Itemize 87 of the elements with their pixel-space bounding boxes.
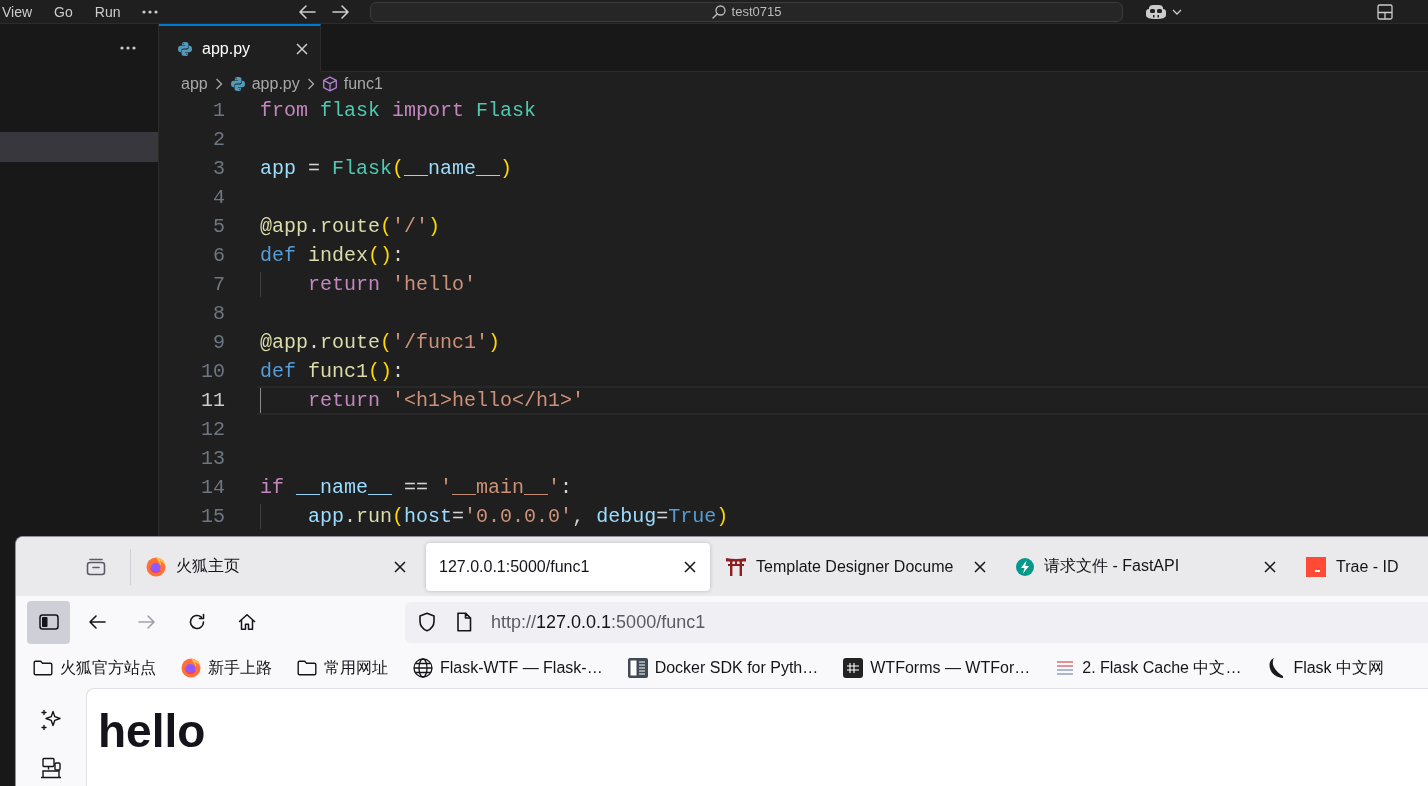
bookmark-item[interactable]: Flask-WTF — Flask-… [413,658,603,678]
hash-tile-icon [843,658,864,678]
page-heading: hello [98,708,206,754]
bookmark-item[interactable]: Flask 中文网 [1266,657,1385,679]
arrow-right-icon [138,614,156,630]
menu-item[interactable]: Go [54,3,73,20]
square-logo-icon [1306,556,1326,577]
menu-item[interactable]: View [2,3,33,20]
command-center-search[interactable]: test0715 [370,1,1123,22]
browser-logo-icon [146,556,166,577]
line-number: 5 [212,215,225,238]
line-number: 14 [200,476,225,499]
arrow-left-icon [88,614,106,630]
shield-icon[interactable] [418,612,436,632]
sparkle-icon[interactable] [40,709,62,731]
home-icon [238,613,256,631]
file-type-icon [177,41,193,57]
line-number: 2 [212,128,225,151]
document-columns-icon [627,658,648,678]
folder-icon [297,660,317,676]
arrow-left-icon[interactable] [298,3,316,20]
close-icon[interactable] [1264,560,1276,573]
close-icon[interactable] [684,560,696,573]
line-number: 9 [212,331,225,354]
layout-icon[interactable] [1377,3,1393,20]
bookmark-item[interactable]: 火狐官方站点 [33,657,156,679]
code-line: app.run(host='0.0.0.0', debug=True) [260,504,729,529]
stacked-lines-icon [1055,660,1076,676]
close-icon[interactable] [974,560,986,573]
torii-gate-icon [726,557,746,576]
close-icon[interactable] [394,560,406,573]
page-icon[interactable] [456,612,472,632]
line-number: 4 [212,186,225,209]
breadcrumb-item[interactable]: app [181,75,208,93]
computer-icon[interactable] [40,757,62,779]
code-line: @app.route('/') [260,214,441,239]
line-number: 6 [212,244,225,267]
chevron-right-icon [214,78,223,90]
bookmark-item[interactable]: 常用网址 [297,657,388,679]
line-number: 1 [212,99,225,122]
code-line: if __name__ == '__main__': [260,475,573,500]
browser-tab[interactable]: 请求文件 - FastAPI [1006,542,1290,591]
line-number: 12 [200,418,225,441]
sidebar-icon [38,614,59,630]
line-number: 3 [212,157,225,180]
menu-item[interactable]: Run [94,3,121,20]
editor-tab[interactable]: app.py [159,24,321,72]
caret-down-icon[interactable] [1172,8,1182,15]
browser-tab[interactable]: 127.0.0.1:5000/func1 [426,542,710,591]
chevron-right-icon [306,78,315,90]
arrow-right-icon[interactable] [332,3,350,20]
reload-icon [188,613,206,631]
bookmark-item[interactable]: 2. Flask Cache 中文… [1055,657,1242,679]
file-type-icon [229,76,246,92]
browser-logo-icon [181,658,201,678]
robot-icon[interactable] [1145,3,1167,20]
code-line: def index(): [260,243,405,268]
line-number: 15 [200,505,225,528]
line-number: 8 [212,302,225,325]
bookmark-item[interactable]: 新手上路 [181,657,272,679]
code-line: app = Flask(__name__) [260,156,513,181]
code-line: @app.route('/func1') [260,330,501,355]
line-number: 10 [200,360,225,383]
browser-tab[interactable]: 火狐主页 [136,542,420,591]
cube-icon [321,76,338,92]
browser-tab[interactable]: Trae - ID [1296,542,1428,591]
more-icon[interactable] [120,46,136,50]
browser-tab[interactable]: Template Designer Docume [716,542,1000,591]
code-line: return 'hello' [260,272,477,297]
more-icon[interactable] [142,9,159,14]
code-line: from flask import Flask [260,98,537,123]
line-number: 13 [200,447,225,470]
breadcrumb-item[interactable]: app.py [229,75,300,93]
bookmark-item[interactable]: Docker SDK for Pyth… [627,658,819,678]
globe-icon [413,658,433,678]
folder-icon [33,660,53,676]
sidebar-toggle-button[interactable] [27,600,70,644]
archive-box-icon[interactable] [86,557,106,576]
bolt-circle-icon [1016,557,1034,576]
code-line: def func1(): [260,359,405,384]
search-icon [711,4,726,19]
address-bar[interactable]: http://127.0.0.1:5000/func1 [405,601,1428,643]
line-number: 7 [212,273,225,296]
code-line: return '<h1>hello</h1>' [260,388,585,413]
breadcrumb-item[interactable]: func1 [321,75,383,93]
line-number: 11 [200,389,225,412]
bookmark-item[interactable]: WTForms — WTFor… [843,658,1031,678]
